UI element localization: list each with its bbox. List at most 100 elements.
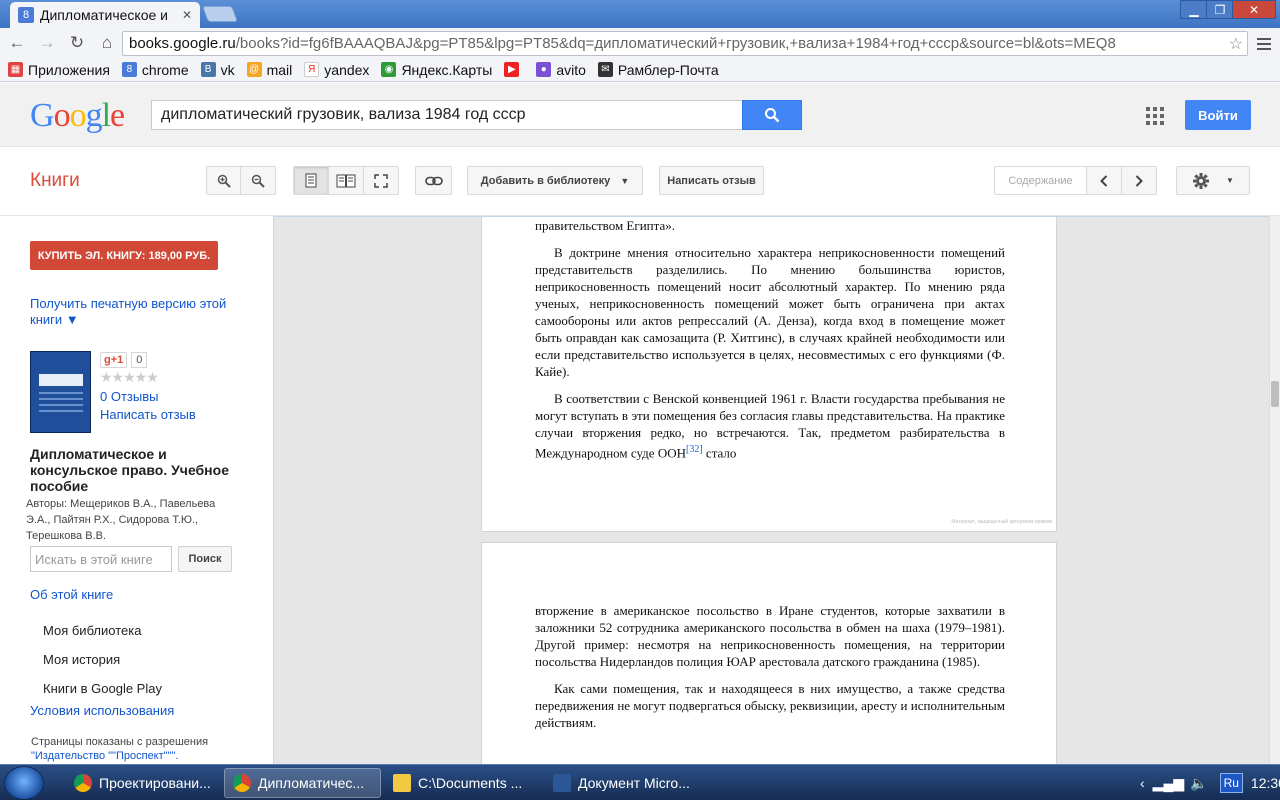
link-group [415, 166, 452, 195]
taskbar-item-label: Документ Micro... [578, 775, 690, 791]
contents-group: Содержание [994, 166, 1157, 195]
yandex-maps-icon: ◉ [381, 62, 397, 77]
taskbar-item-label: Дипломатичес... [258, 775, 365, 791]
bookmark-vk[interactable]: Bvk [200, 61, 235, 78]
browser-title-bar: 8 Дипломатическое и ✕ ▁ ❐ ✕ [0, 0, 1280, 28]
page-text: вторжение в американское посольство в Ир… [535, 602, 1005, 741]
system-tray: ‹ ▂▄▆ 🔈 Ru 12:30 [1140, 765, 1280, 801]
google-apps-icon[interactable] [1146, 107, 1164, 125]
address-bar[interactable]: books.google.ru/books?id=fg6fBAAAQBAJ&pg… [122, 31, 1248, 56]
mail-at-icon: @ [246, 62, 262, 77]
buy-ebook-button[interactable]: КУПИТЬ ЭЛ. КНИГУ: 189,00 РУБ. [30, 241, 218, 270]
my-library-link[interactable]: Моя библиотека [43, 623, 141, 638]
language-indicator[interactable]: Ru [1219, 773, 1243, 793]
scrollbar-thumb[interactable] [1271, 381, 1279, 407]
paragraph: Как сами помещения, так и находящееся в … [535, 681, 1005, 730]
tray-expand-icon[interactable]: ‹ [1140, 775, 1145, 791]
add-to-library-button[interactable]: Добавить в библиотеку ▼ [468, 167, 642, 194]
book-page: правительством Египта». В доктрине мнени… [481, 217, 1057, 532]
permission-notice: Страницы показаны с разрешения "Издатель… [31, 735, 231, 763]
publisher-link[interactable]: "Издательство ""Проспект""". [31, 749, 231, 763]
volume-icon[interactable]: 🔈 [1190, 775, 1207, 792]
bookmark-yandex-maps[interactable]: ◉ Яндекс.Карты [381, 62, 492, 78]
text-line: правительством Египта». [535, 218, 675, 233]
reviews-link[interactable]: 0 Отзывы [100, 389, 158, 404]
zoom-in-icon[interactable] [207, 167, 241, 194]
footnote-ref-link[interactable]: [32] [686, 444, 703, 455]
bookmark-label: Рамблер-Почта [617, 61, 719, 78]
network-signal-icon[interactable]: ▂▄▆ [1153, 775, 1184, 792]
print-version-link[interactable]: Получить печатную версию этой книги ▼ [30, 296, 240, 328]
bookmark-label: Приложения [28, 61, 110, 78]
back-arrow-icon[interactable]: ← [4, 30, 30, 56]
contents-button[interactable]: Содержание [995, 167, 1087, 194]
add-to-library-label: Добавить в библиотеку [480, 174, 611, 187]
next-page-icon[interactable] [1122, 167, 1156, 194]
new-tab-button[interactable] [202, 6, 238, 22]
write-review-link[interactable]: Написать отзыв [100, 407, 196, 422]
two-page-view-icon[interactable] [329, 167, 364, 194]
single-page-view-icon[interactable] [294, 167, 329, 194]
paragraph-text: В соответствии с Венской конвенцией 1961… [535, 391, 1005, 461]
bookmark-mail[interactable]: @ mail [246, 62, 292, 78]
fullscreen-icon[interactable] [364, 167, 398, 194]
google-search-input[interactable]: дипломатический грузовик, вализа 1984 го… [151, 100, 743, 130]
about-book-link[interactable]: Об этой книге [30, 587, 113, 602]
forward-arrow-icon[interactable]: → [34, 30, 60, 56]
chrome-icon [233, 774, 251, 792]
page-text: правительством Египта». В доктрине мнени… [535, 217, 1005, 471]
bookmark-chrome[interactable]: 8 chrome [121, 62, 189, 78]
terms-of-use-link[interactable]: Условия использования [30, 703, 174, 718]
paragraph: В соответствии с Венской конвенцией 1961… [535, 390, 1005, 461]
taskbar-item[interactable]: C:\Documents ... [385, 768, 537, 798]
book-page: вторжение в американское посольство в Ир… [481, 542, 1057, 764]
settings-button[interactable]: ▼ [1177, 167, 1249, 194]
google-play-books-link[interactable]: Книги в Google Play [43, 681, 162, 696]
window-maximize-button[interactable]: ❐ [1206, 0, 1234, 19]
bookmark-star-icon[interactable]: ☆ [1229, 34, 1243, 54]
windows-start-icon[interactable] [4, 766, 44, 800]
taskbar-item[interactable]: Проектировани... [66, 768, 218, 798]
taskbar-item-active[interactable]: Дипломатичес... [224, 768, 381, 798]
login-button[interactable]: Войти [1185, 100, 1251, 130]
reload-icon[interactable]: ↻ [64, 30, 90, 56]
my-history-link[interactable]: Моя история [43, 652, 120, 667]
bookmark-label: avito [556, 61, 586, 78]
link-icon[interactable] [416, 167, 451, 194]
bookmark-yandex[interactable]: Яyandex [304, 62, 369, 78]
rambler-icon: ✉ [597, 62, 613, 77]
google-logo[interactable]: Google [30, 97, 125, 135]
browser-tab-active[interactable]: 8 Дипломатическое и ✕ [10, 2, 200, 28]
bookmark-apps[interactable]: ▦ Приложения [8, 62, 110, 78]
window-close-button[interactable]: ✕ [1232, 0, 1276, 19]
books-title[interactable]: Книги [30, 170, 80, 192]
write-review-button[interactable]: Написать отзыв [660, 167, 763, 194]
bookmark-label: vk [220, 61, 235, 78]
prev-page-icon[interactable] [1087, 167, 1122, 194]
search-button[interactable] [742, 100, 802, 130]
search-in-book-input[interactable]: Искать в этой книге [30, 546, 172, 572]
clock[interactable]: 12:30 [1251, 775, 1280, 791]
window-minimize-button[interactable]: ▁ [1180, 0, 1208, 19]
youtube-icon: ▶ [504, 62, 520, 77]
dropdown-arrow-icon: ▼ [620, 175, 630, 186]
gplus-icon[interactable]: g+1 [100, 352, 128, 368]
bookmark-avito[interactable]: ● avito [536, 62, 586, 78]
book-viewer[interactable]: правительством Египта». В доктрине мнени… [273, 216, 1269, 764]
zoom-group [206, 166, 276, 195]
book-cover-image[interactable] [30, 351, 91, 433]
tab-close-icon[interactable]: ✕ [182, 8, 192, 22]
home-icon[interactable]: ⌂ [94, 30, 120, 56]
book-authors: Авторы: Мещериков В.А., Павельева Э.А., … [26, 498, 216, 542]
url-path: /books?id=fg6fBAAAQBAJ&pg=PT85&lpg=PT85&… [235, 35, 1116, 52]
vk-icon: B [200, 62, 216, 77]
search-in-book-button[interactable]: Поиск [178, 546, 232, 572]
taskbar-item[interactable]: Документ Micro... [545, 768, 697, 798]
bookmark-rambler[interactable]: ✉ Рамблер-Почта [597, 61, 719, 78]
copyright-watermark: Материал, защищенный авторским правом [951, 519, 1052, 525]
bookmark-label: yandex [324, 61, 370, 78]
chrome-menu-icon[interactable] [1254, 34, 1274, 54]
viewer-scrollbar[interactable] [1269, 216, 1280, 764]
bookmark-youtube[interactable]: ▶ [504, 62, 524, 77]
zoom-out-icon[interactable] [241, 167, 275, 194]
